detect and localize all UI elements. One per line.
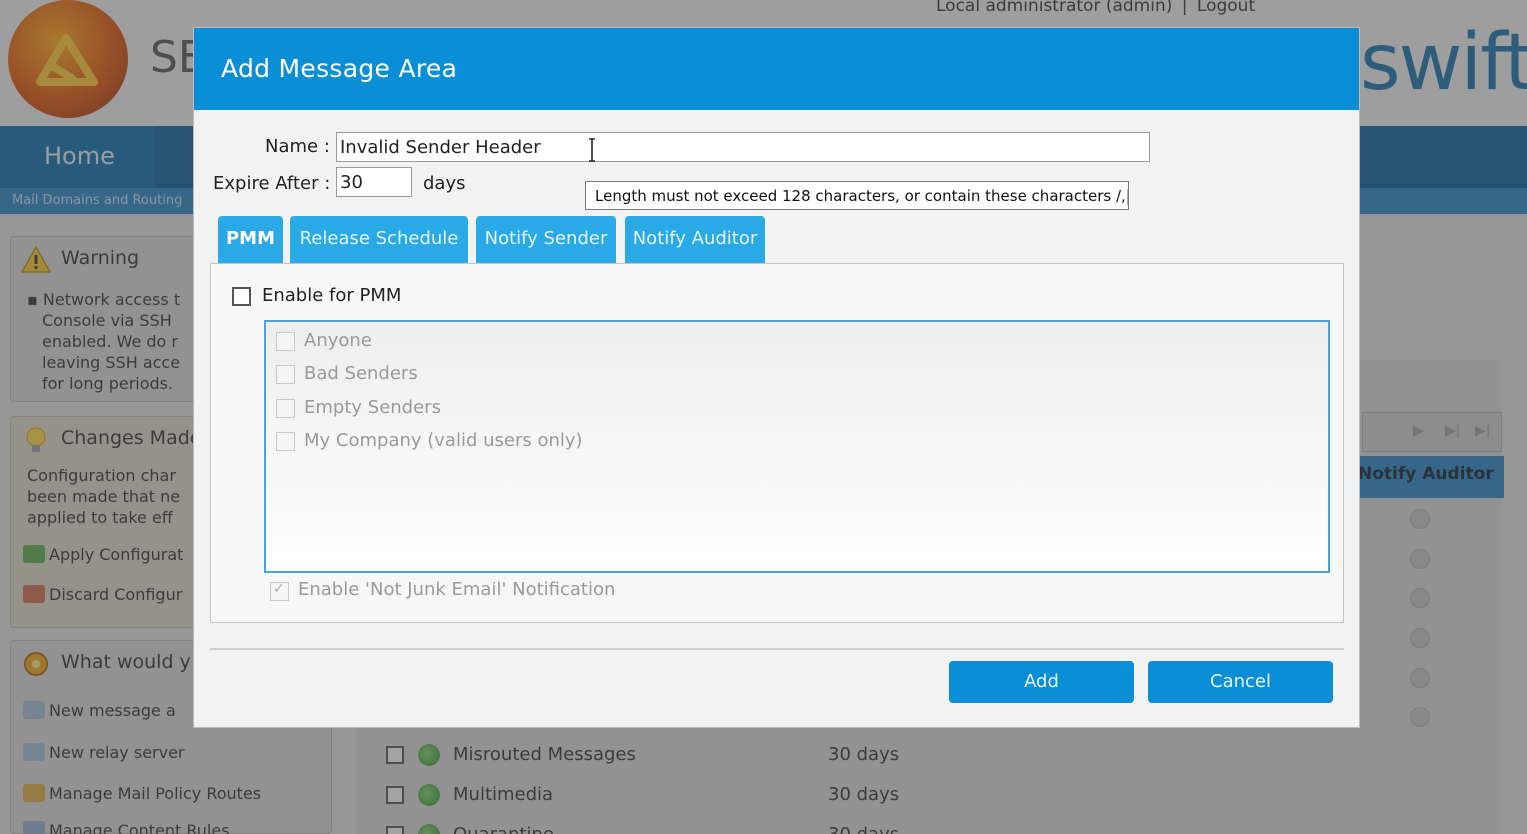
pmm-tab-panel: Enable for PMM Anyone Bad Senders Empty … <box>210 263 1344 623</box>
name-label: Name : <box>265 136 330 157</box>
sender-checkbox[interactable] <box>276 365 295 384</box>
sender-label: Anyone <box>304 330 372 351</box>
expire-unit-label: days <box>423 173 466 194</box>
not-junk-notification-checkbox[interactable] <box>270 581 289 601</box>
add-button[interactable]: Add <box>949 661 1134 703</box>
text-cursor-icon <box>589 138 595 162</box>
tab-notify-auditor[interactable]: Notify Auditor <box>625 216 765 264</box>
sender-checkbox[interactable] <box>276 332 295 351</box>
not-junk-notification-label: Enable 'Not Junk Email' Notification <box>298 579 616 600</box>
expire-after-input[interactable] <box>336 167 412 197</box>
sender-checkbox[interactable] <box>276 399 295 418</box>
enable-pmm-checkbox[interactable] <box>232 287 251 306</box>
name-validation-tooltip: Length must not exceed 128 characters, o… <box>585 181 1129 210</box>
expire-after-label: Expire After : <box>213 173 331 194</box>
tab-pmm[interactable]: PMM <box>218 216 283 264</box>
name-input[interactable] <box>336 132 1150 162</box>
add-message-area-dialog: Add Message Area Name : Expire After : d… <box>193 27 1360 728</box>
sender-label: My Company (valid users only) <box>304 430 583 451</box>
dialog-header: Add Message Area <box>194 28 1359 110</box>
dialog-divider <box>210 648 1344 650</box>
tab-release-schedule[interactable]: Release Schedule <box>290 216 468 264</box>
enable-pmm-label: Enable for PMM <box>262 285 402 306</box>
app-root: SE swift Local administrator (admin) | L… <box>0 0 1527 834</box>
dialog-title: Add Message Area <box>221 54 458 83</box>
sender-label: Empty Senders <box>304 397 441 418</box>
cancel-button[interactable]: Cancel <box>1148 661 1333 703</box>
tab-notify-sender[interactable]: Notify Sender <box>476 216 616 264</box>
sender-checkbox[interactable] <box>276 432 295 451</box>
sender-list: Anyone Bad Senders Empty Senders My Comp… <box>264 320 1330 573</box>
sender-label: Bad Senders <box>304 363 418 384</box>
